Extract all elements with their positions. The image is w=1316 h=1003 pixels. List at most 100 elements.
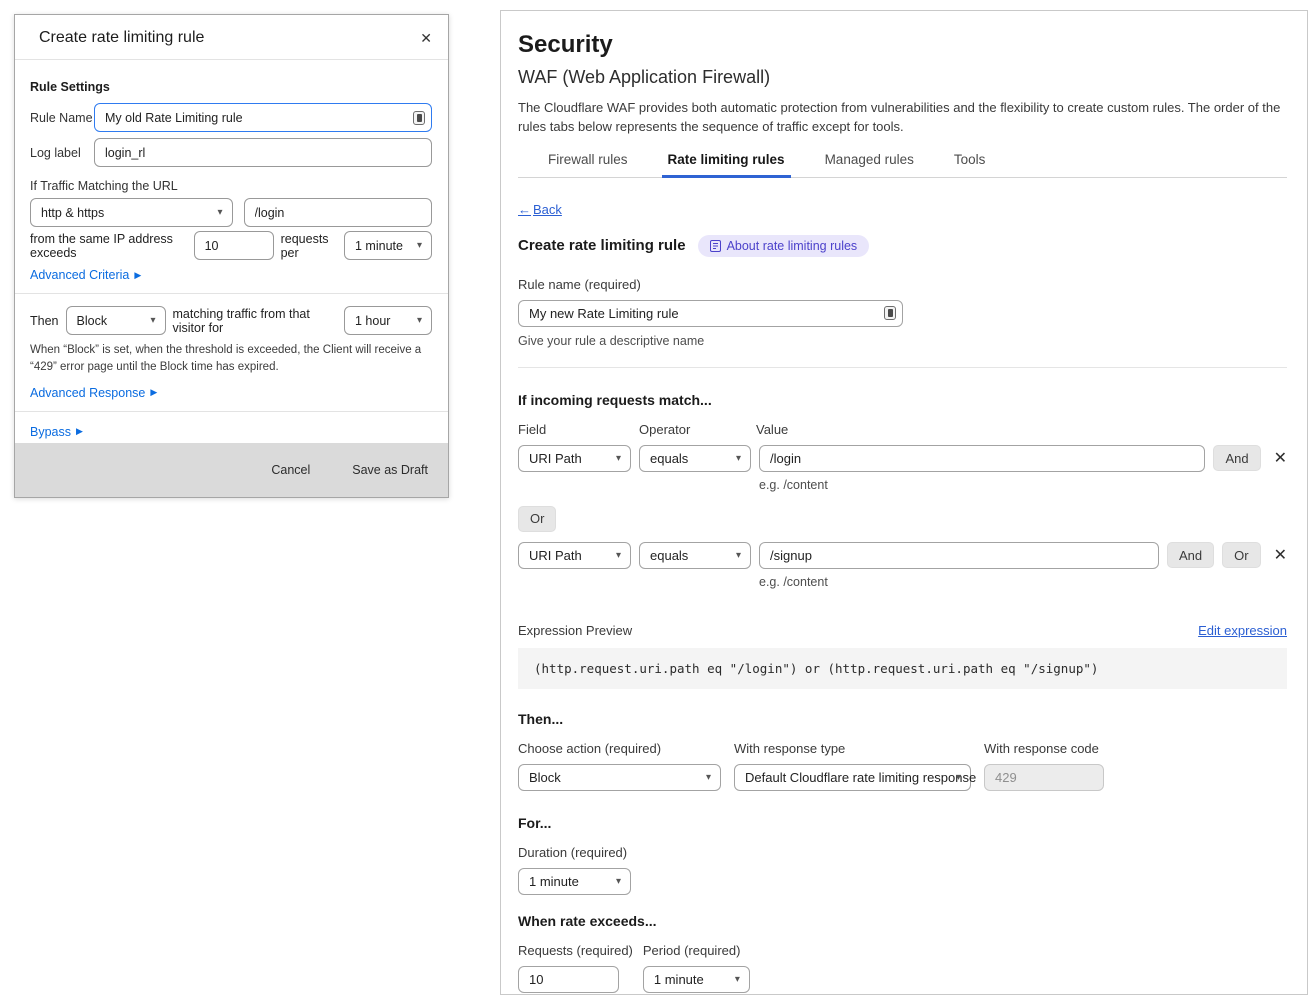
block-duration-select[interactable]: 1 hour ▾ (344, 306, 432, 335)
value-input[interactable] (759, 445, 1205, 472)
triangle-right-icon: ▶ (76, 427, 83, 436)
rule-name-hint: Give your rule a descriptive name (518, 334, 1287, 348)
divider (518, 367, 1287, 368)
duration-select[interactable]: 1 minute ▾ (518, 868, 631, 895)
response-code-input (984, 764, 1104, 791)
response-type-column: With response type Default Cloudflare ra… (734, 741, 971, 791)
response-code-label: With response code (984, 741, 1104, 756)
scheme-select[interactable]: http & https ▾ (30, 198, 233, 227)
period-select[interactable]: 1 minute ▾ (643, 966, 750, 993)
log-label-input[interactable] (94, 138, 432, 167)
url-input[interactable] (244, 198, 433, 227)
rule-name-input[interactable] (94, 103, 432, 132)
response-type-select[interactable]: Default Cloudflare rate limiting respons… (734, 764, 971, 791)
threshold-row: from the same IP address exceeds request… (30, 231, 432, 260)
about-rate-limiting-rules-badge[interactable]: About rate limiting rules (698, 235, 870, 257)
chevron-down-icon: ▾ (616, 550, 621, 561)
expression-preview-header: Expression Preview Edit expression (518, 623, 1287, 638)
page-subtitle: WAF (Web Application Firewall) (518, 67, 1287, 88)
requests-per-text: requests per (281, 232, 337, 260)
rule-name-label: Rule name (required) (518, 277, 1287, 292)
create-rate-limiting-rule-modal: Create rate limiting rule ✕ Rule Setting… (14, 14, 449, 498)
field-column-label: Field (518, 422, 639, 437)
chevron-down-icon: ▾ (736, 453, 741, 464)
or-connector-button[interactable]: Or (518, 506, 556, 532)
or-button[interactable]: Or (1222, 542, 1260, 568)
divider (15, 411, 448, 412)
period-select[interactable]: 1 minute ▾ (344, 231, 432, 260)
log-label-label: Log label (30, 146, 94, 160)
waf-tabs: Firewall rules Rate limiting rules Manag… (518, 146, 1287, 178)
tab-managed-rules[interactable]: Managed rules (823, 146, 916, 177)
autofill-icon[interactable] (413, 111, 425, 125)
then-text: Then (30, 314, 59, 328)
chevron-down-icon: ▾ (616, 876, 621, 887)
and-button[interactable]: And (1167, 542, 1214, 568)
field-select[interactable]: URI Path ▾ (518, 542, 631, 569)
log-label-row: Log label (30, 138, 432, 167)
expression-preview-label: Expression Preview (518, 623, 632, 638)
condition-row-2: URI Path ▾ equals ▾ And Or ✕ (518, 542, 1287, 569)
for-section-heading: For... (518, 815, 1287, 831)
period-column: Period (required) 1 minute ▾ (643, 943, 750, 993)
rule-name-row: Rule Name (30, 103, 432, 132)
action-select[interactable]: Block ▾ (66, 306, 166, 335)
duration-label: Duration (required) (518, 845, 1287, 860)
tab-firewall-rules[interactable]: Firewall rules (546, 146, 630, 177)
and-button[interactable]: And (1213, 445, 1260, 471)
remove-condition-icon[interactable]: ✕ (1274, 545, 1287, 565)
page-description: The Cloudflare WAF provides both automat… (518, 99, 1287, 137)
value-input[interactable] (759, 542, 1159, 569)
operator-column-label: Operator (639, 422, 756, 437)
requests-column: Requests (required) (518, 943, 633, 993)
edit-expression-link[interactable]: Edit expression (1198, 623, 1287, 638)
then-section-heading: Then... (518, 711, 1287, 727)
back-link[interactable]: ←Back (518, 202, 562, 217)
advanced-criteria-link[interactable]: Advanced Criteria ▶ (30, 268, 141, 282)
modal-body: Rule Settings Rule Name Log label If Tra… (15, 60, 448, 443)
requests-label: Requests (required) (518, 943, 633, 958)
close-icon[interactable]: ✕ (420, 31, 432, 45)
choose-action-column: Choose action (required) Block ▾ (518, 741, 721, 791)
chevron-down-icon: ▾ (956, 772, 961, 783)
chevron-down-icon: ▾ (417, 240, 422, 251)
remove-condition-icon[interactable]: ✕ (1274, 448, 1287, 468)
chevron-down-icon: ▾ (706, 772, 711, 783)
back-arrow-icon: ← (518, 202, 531, 217)
chevron-down-icon: ▾ (217, 207, 222, 218)
period-label: Period (required) (643, 943, 750, 958)
matching-text: matching traffic from that visitor for (173, 307, 338, 335)
value-hint: e.g. /content (759, 478, 1287, 492)
document-icon (710, 240, 721, 252)
triangle-right-icon: ▶ (134, 271, 141, 280)
requests-input[interactable] (194, 231, 274, 260)
tab-rate-limiting-rules[interactable]: Rate limiting rules (666, 146, 787, 177)
response-type-label: With response type (734, 741, 971, 756)
requests-input[interactable] (518, 966, 619, 993)
cancel-button[interactable]: Cancel (265, 462, 316, 478)
traffic-match-row: http & https ▾ (30, 198, 432, 227)
log-label-input-wrap (94, 138, 432, 167)
operator-select[interactable]: equals ▾ (639, 445, 751, 472)
condition-row-1: URI Path ▾ equals ▾ And ✕ (518, 445, 1287, 472)
or-connector-wrap: Or (518, 506, 1287, 532)
rate-columns: Requests (required) Period (required) 1 … (518, 943, 1287, 993)
chevron-down-icon: ▾ (417, 315, 422, 326)
modal-header: Create rate limiting rule ✕ (15, 15, 448, 60)
block-note: When “Block” is set, when the threshold … (30, 342, 432, 377)
choose-action-label: Choose action (required) (518, 741, 721, 756)
chevron-down-icon: ▾ (616, 453, 621, 464)
autofill-icon[interactable] (884, 306, 896, 320)
action-select[interactable]: Block ▾ (518, 764, 721, 791)
divider (15, 293, 448, 294)
operator-select[interactable]: equals ▾ (639, 542, 751, 569)
bypass-link[interactable]: Bypass ▶ (30, 425, 83, 439)
advanced-response-link[interactable]: Advanced Response ▶ (30, 386, 157, 400)
tab-tools[interactable]: Tools (952, 146, 988, 177)
page-title: Security (518, 31, 1287, 59)
traffic-match-label: If Traffic Matching the URL (30, 179, 432, 193)
triangle-right-icon: ▶ (150, 388, 157, 397)
rule-name-input[interactable] (518, 300, 903, 327)
save-as-draft-button[interactable]: Save as Draft (346, 462, 434, 478)
field-select[interactable]: URI Path ▾ (518, 445, 631, 472)
